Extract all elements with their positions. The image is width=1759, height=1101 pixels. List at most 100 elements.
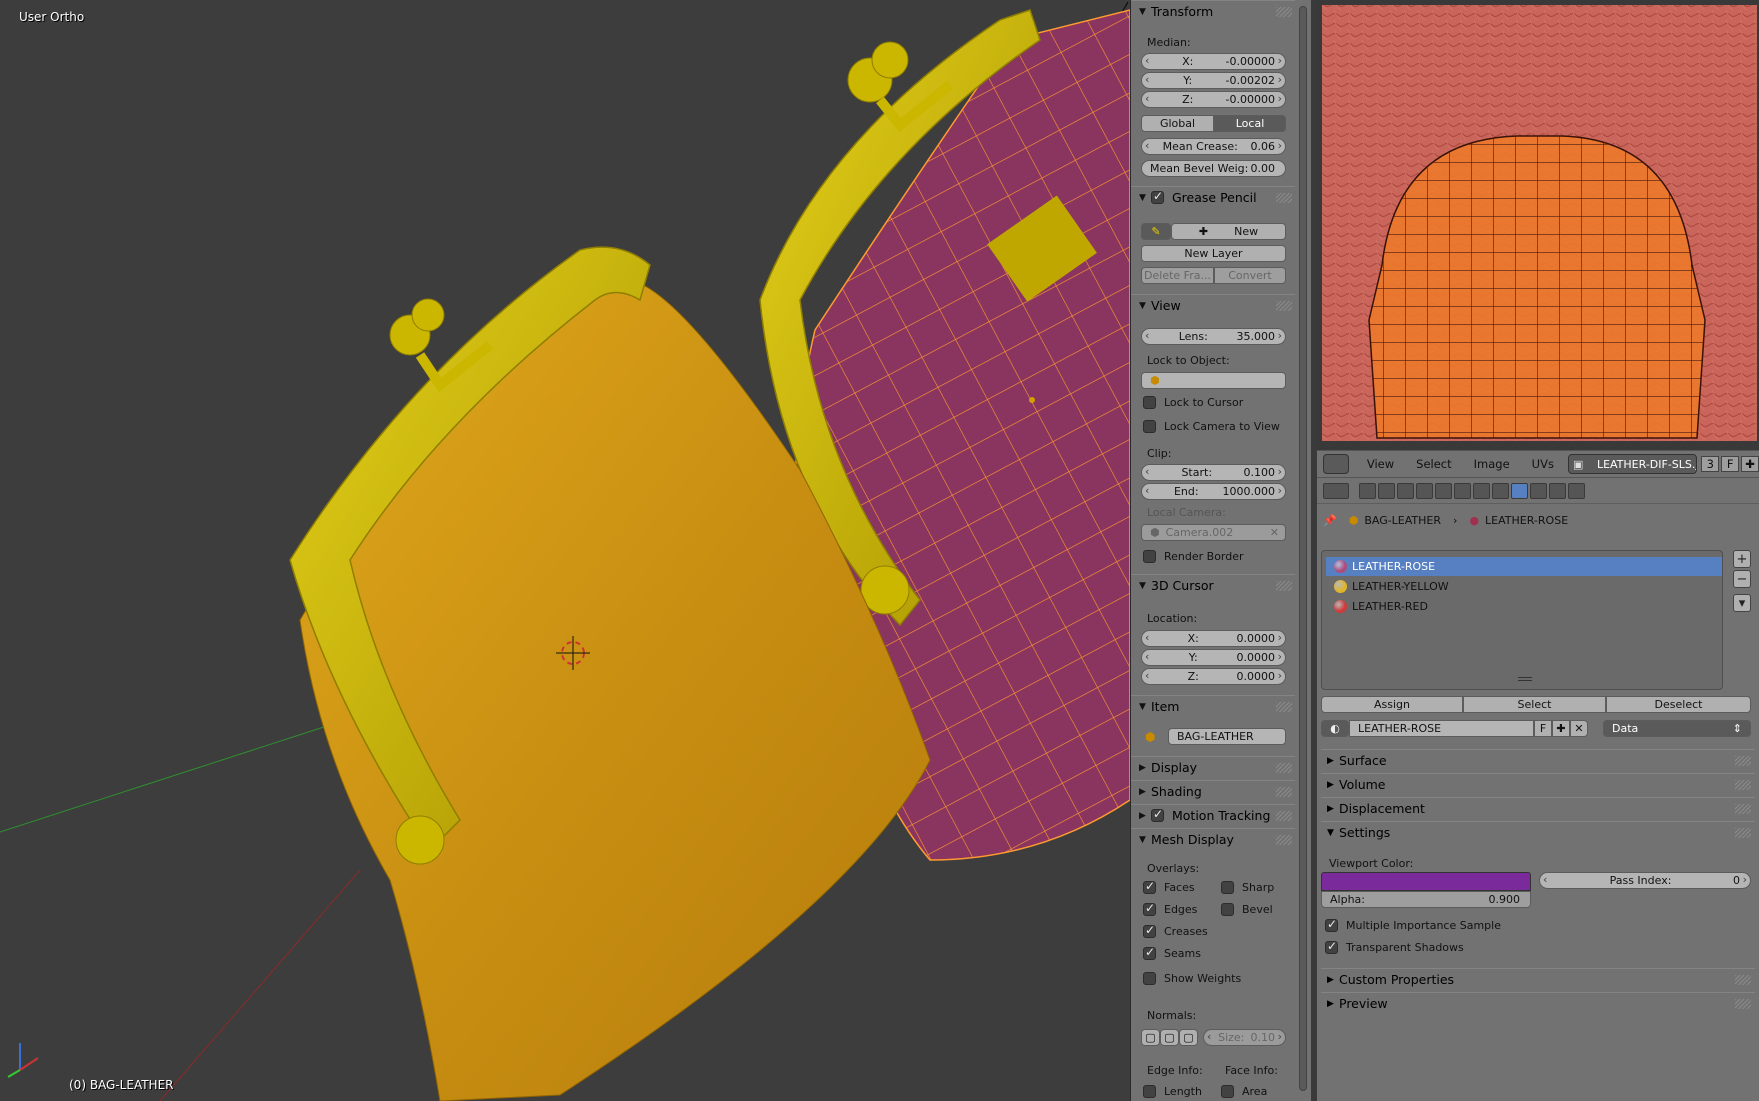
drag-grip-icon[interactable] <box>1276 7 1292 17</box>
menu-view[interactable]: View <box>1367 457 1394 471</box>
viewport-scene[interactable] <box>0 0 1130 1101</box>
cursor-x-field[interactable]: X: 0.0000 <box>1141 630 1286 647</box>
fake-user-button[interactable]: F <box>1721 456 1740 472</box>
lock-object-field[interactable]: ⬢ <box>1141 372 1286 389</box>
material-slot[interactable]: LEATHER-YELLOW <box>1326 577 1722 596</box>
render-layers-icon[interactable] <box>1378 483 1395 499</box>
render-border-checkbox[interactable]: Render Border <box>1143 550 1244 563</box>
material-slot-list[interactable]: LEATHER-ROSE LEATHER-YELLOW LEATHER-RED <box>1321 550 1723 690</box>
creases-checkbox[interactable]: Creases <box>1143 923 1208 938</box>
volume-panel-header[interactable]: ▶ Volume <box>1321 773 1755 795</box>
material-icon[interactable] <box>1511 483 1528 499</box>
select-button[interactable]: Select <box>1463 696 1606 713</box>
multiple-importance-checkbox[interactable]: Multiple Importance Sample <box>1325 917 1501 932</box>
grease-pencil-toggle[interactable] <box>1151 189 1172 204</box>
add-slot-icon[interactable]: + <box>1733 550 1751 568</box>
slot-specials-icon[interactable]: ▾ <box>1733 594 1751 612</box>
show-weights-checkbox[interactable]: Show Weights <box>1143 972 1241 985</box>
editor-type-icon[interactable] <box>1323 483 1349 499</box>
motion-tracking-toggle[interactable] <box>1151 807 1172 822</box>
constraints-icon[interactable] <box>1454 483 1471 499</box>
settings-panel-header[interactable]: ▼ Settings <box>1321 821 1755 843</box>
3d-viewport[interactable]: User Ortho (0) BAG-LEATHER <box>0 0 1130 1101</box>
material-slot[interactable]: LEATHER-RED <box>1326 597 1722 616</box>
lock-camera-checkbox[interactable]: Lock Camera to View <box>1143 420 1280 433</box>
alpha-field[interactable]: Alpha: 0.900 <box>1321 891 1531 908</box>
median-z-field[interactable]: Z: -0.00000 <box>1141 91 1286 108</box>
users-count[interactable]: 3 <box>1701 456 1720 472</box>
unlink-material-icon[interactable]: ✕ <box>1570 720 1588 737</box>
viewport-color-swatch[interactable] <box>1321 872 1531 891</box>
edges-checkbox[interactable]: Edges <box>1143 901 1197 916</box>
mean-crease-field[interactable]: Mean Crease: 0.06 <box>1141 138 1286 155</box>
deselect-button[interactable]: Deselect <box>1606 696 1751 713</box>
material-slot[interactable]: LEATHER-ROSE <box>1326 557 1722 576</box>
link-dropdown[interactable]: Data ⇕ <box>1603 720 1751 737</box>
local-toggle[interactable]: Local <box>1214 115 1286 132</box>
grease-pencil-panel-header[interactable]: ▼ Grease Pencil <box>1131 186 1295 208</box>
custom-properties-panel-header[interactable]: ▶ Custom Properties <box>1321 968 1755 990</box>
transparent-shadows-checkbox[interactable]: Transparent Shadows <box>1325 939 1464 954</box>
material-fake-user-button[interactable]: F <box>1534 720 1552 737</box>
surface-panel-header[interactable]: ▶ Surface <box>1321 749 1755 771</box>
split-normals-icon[interactable]: ▢ <box>1160 1029 1179 1046</box>
preview-panel-header[interactable]: ▶ Preview <box>1321 992 1755 1014</box>
clip-end-field[interactable]: End: 1000.000 <box>1141 483 1286 500</box>
area-checkbox[interactable]: Area <box>1221 1085 1267 1098</box>
clip-start-field[interactable]: Start: 0.100 <box>1141 464 1286 481</box>
assign-button[interactable]: Assign <box>1321 696 1463 713</box>
material-name-field[interactable]: LEATHER-ROSE <box>1349 720 1534 737</box>
lens-field[interactable]: Lens: 35.000 <box>1141 328 1286 345</box>
median-x-field[interactable]: X: -0.00000 <box>1141 53 1286 70</box>
median-y-field[interactable]: Y: -0.00202 <box>1141 72 1286 89</box>
uv-image-editor[interactable] <box>1317 0 1759 450</box>
seams-checkbox[interactable]: Seams <box>1143 945 1201 960</box>
pencil-icon[interactable]: ✎ <box>1141 223 1171 240</box>
vertex-normals-icon[interactable]: ▢ <box>1141 1029 1160 1046</box>
pin-icon[interactable]: 📌 <box>1323 514 1337 527</box>
lock-to-cursor-checkbox[interactable]: Lock to Cursor <box>1143 396 1243 409</box>
drag-grip-icon[interactable] <box>1276 193 1292 203</box>
face-normals-icon[interactable]: ▢ <box>1179 1029 1198 1046</box>
mean-bevel-field[interactable]: Mean Bevel Weig: 0.00 <box>1141 160 1286 177</box>
convert-button[interactable]: Convert <box>1214 267 1286 284</box>
n-panel[interactable]: ▼ Transform Median: X: -0.00000 Y: -0.0020… <box>1130 0 1295 1101</box>
grease-new-button[interactable]: ✚ New <box>1171 223 1286 240</box>
render-icon[interactable] <box>1359 483 1376 499</box>
length-checkbox[interactable]: Length <box>1143 1085 1202 1098</box>
uv-canvas[interactable] <box>1317 0 1759 450</box>
data-icon[interactable] <box>1492 483 1509 499</box>
global-toggle[interactable]: Global <box>1141 115 1214 132</box>
sharp-checkbox[interactable]: Sharp <box>1221 881 1274 894</box>
list-resize-grip-icon[interactable] <box>1518 677 1532 681</box>
item-name-field[interactable]: BAG-LEATHER <box>1168 728 1286 745</box>
modifiers-icon[interactable] <box>1473 483 1490 499</box>
physics-icon[interactable] <box>1568 483 1585 499</box>
image-selector[interactable]: ▣ LEATHER-DIF-SLS.j... <box>1567 454 1698 474</box>
item-panel-header[interactable]: ▼ Item <box>1131 695 1295 717</box>
local-camera-field[interactable]: ⬢ Camera.002 ✕ <box>1141 524 1286 541</box>
motion-tracking-panel-header[interactable]: ▶Motion Tracking <box>1131 804 1295 826</box>
mesh-display-panel-header[interactable]: ▼ Mesh Display <box>1131 828 1295 850</box>
particles-icon[interactable] <box>1549 483 1566 499</box>
bevel-checkbox[interactable]: Bevel <box>1221 903 1273 916</box>
texture-icon[interactable] <box>1530 483 1547 499</box>
remove-slot-icon[interactable]: − <box>1733 570 1751 588</box>
menu-uvs[interactable]: UVs <box>1532 457 1554 471</box>
object-icon[interactable] <box>1435 483 1452 499</box>
cursor-z-field[interactable]: Z: 0.0000 <box>1141 668 1286 685</box>
menu-select[interactable]: Select <box>1416 457 1451 471</box>
faces-checkbox[interactable]: Faces <box>1143 879 1195 894</box>
clear-icon[interactable]: ✕ <box>1270 526 1279 539</box>
transform-panel-header[interactable]: ▼ Transform <box>1131 0 1295 22</box>
menu-image[interactable]: Image <box>1474 457 1510 471</box>
cursor-y-field[interactable]: Y: 0.0000 <box>1141 649 1286 666</box>
scene-icon[interactable] <box>1397 483 1414 499</box>
n-panel-scrollbar[interactable] <box>1295 0 1311 1101</box>
uv-island[interactable] <box>1368 135 1706 439</box>
duplicate-material-icon[interactable]: ✚ <box>1552 720 1570 737</box>
world-icon[interactable] <box>1416 483 1433 499</box>
editor-type-icon[interactable] <box>1323 454 1349 474</box>
properties-editor[interactable]: 📌 ⬢ BAG-LEATHER › ● LEATHER-ROSE LEATHER… <box>1317 478 1759 1101</box>
displacement-panel-header[interactable]: ▶ Displacement <box>1321 797 1755 819</box>
